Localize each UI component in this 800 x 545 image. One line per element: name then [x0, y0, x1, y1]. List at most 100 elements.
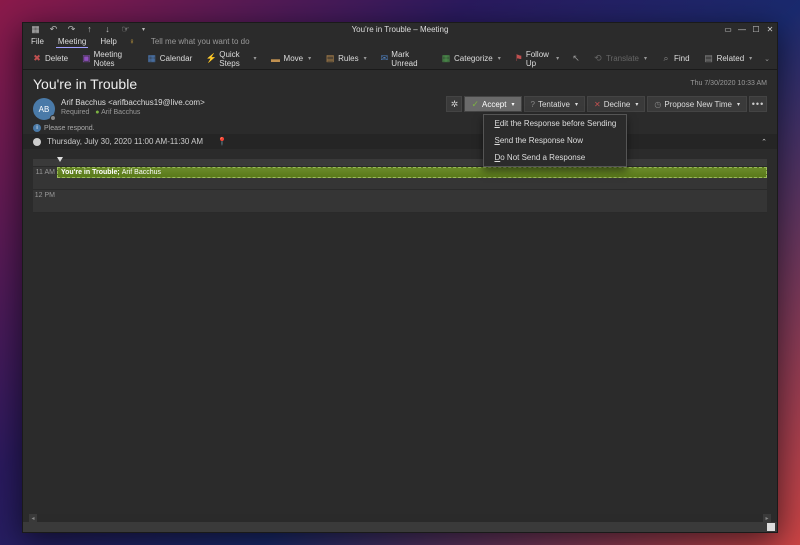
mark-unread-button[interactable]: ✉Mark Unread [378, 48, 430, 70]
delete-icon: ✖ [32, 54, 42, 64]
translate-icon: ⟲ [593, 54, 603, 64]
resize-grip[interactable] [767, 523, 775, 531]
lightbulb-icon: ♀ [129, 37, 135, 46]
info-icon: i [33, 124, 41, 132]
cursor-icon: ↖ [572, 54, 580, 64]
dd-edit-response[interactable]: Edit the Response before Sending [484, 115, 626, 132]
gear-icon: ✲ [451, 99, 459, 110]
close-button[interactable]: ✕ [763, 23, 777, 35]
timeline-body[interactable] [57, 190, 767, 212]
please-respond-row: i Please respond. [23, 124, 777, 134]
avatar-initials: AB [39, 105, 50, 114]
ellipsis-icon: ••• [752, 99, 764, 109]
propose-time-button[interactable]: ◷Propose New Time▾ [647, 96, 747, 112]
menu-file[interactable]: File [29, 36, 46, 47]
qat-dropdown-icon[interactable]: ▾ [139, 25, 148, 34]
decline-button[interactable]: ✕Decline▾ [587, 96, 645, 112]
categorize-button[interactable]: ▦Categorize [438, 52, 504, 66]
collapse-chevron-icon[interactable]: ⌃ [761, 138, 767, 146]
organizer-row: AB Arif Bacchus <arifbacchus19@live.com>… [23, 96, 777, 124]
window-controls: ▭ — ☐ ✕ [721, 23, 777, 35]
more-actions-button[interactable]: ••• [749, 96, 767, 112]
clock-icon: ◷ [654, 100, 661, 109]
menu-bar: File Meeting Help ♀ Tell me what you wan… [23, 35, 777, 48]
chevron-down-icon: ▾ [635, 101, 638, 108]
minimize-button[interactable]: — [735, 23, 749, 35]
window-title: You're in Trouble – Meeting [352, 25, 449, 34]
move-button[interactable]: ▬Move [268, 52, 315, 66]
dd-dont-send[interactable]: Do Not Send a Response [484, 149, 626, 166]
find-button[interactable]: ⌕Find [658, 52, 693, 66]
calendar-button[interactable]: ▦Calendar [144, 52, 195, 66]
timeline-row-11am: 11 AM You're in Trouble; Arif Bacchus [33, 167, 767, 190]
lightning-icon: ⚡ [206, 54, 216, 64]
accept-button[interactable]: ✓ Accept ▾ Edit the Response before Send… [464, 96, 521, 112]
question-icon: ? [531, 100, 535, 109]
flag-icon: ⚑ [515, 54, 523, 64]
x-icon: ✕ [594, 100, 601, 109]
categorize-icon: ▦ [441, 54, 451, 64]
onenote-icon: ▣ [82, 54, 91, 64]
follow-up-button[interactable]: ⚑Follow Up [512, 48, 562, 70]
related-icon: ▤ [704, 54, 714, 64]
datetime-row: Thursday, July 30, 2020 11:00 AM-11:30 A… [23, 134, 777, 149]
ribbon-options-icon[interactable]: ▭ [721, 23, 735, 35]
accept-dropdown: Edit the Response before Sending Send th… [483, 114, 627, 167]
timeline-ruler [33, 159, 767, 167]
clock-solid-icon [33, 138, 41, 146]
settings-button[interactable]: ✲ [446, 96, 462, 112]
app-window: ▦ ↶ ↷ ↑ ↓ ☞ ▾ You're in Trouble – Meetin… [22, 22, 778, 533]
check-icon: ✓ [471, 99, 479, 110]
time-label: 12 PM [33, 190, 57, 212]
rules-icon: ▤ [325, 54, 335, 64]
dd-send-now[interactable]: Send the Response Now [484, 132, 626, 149]
undo-icon[interactable]: ↶ [49, 25, 58, 34]
down-arrow-icon[interactable]: ↓ [103, 25, 112, 34]
horizontal-scrollbar[interactable]: ◂ ▸ [29, 514, 771, 522]
menu-help[interactable]: Help [98, 36, 118, 47]
ribbon-toolbar: ✖Delete ▣Meeting Notes ▦Calendar ⚡Quick … [23, 48, 777, 70]
received-time: Thu 7/30/2020 10:33 AM [690, 80, 767, 87]
chevron-down-icon: ▾ [511, 101, 514, 108]
meeting-when: Thursday, July 30, 2020 11:00 AM-11:30 A… [47, 137, 203, 146]
ribbon-chevron-icon[interactable]: ⌄ [763, 54, 771, 64]
required-line: Required ● Arif Bacchus [61, 108, 205, 117]
rules-button[interactable]: ▤Rules [322, 52, 369, 66]
chevron-down-icon: ▾ [575, 101, 578, 108]
presence-indicator [50, 115, 56, 121]
envelope-icon: ✉ [381, 54, 389, 64]
current-time-marker [57, 157, 63, 162]
time-label: 11 AM [33, 167, 57, 189]
organizer-name: Arif Bacchus <arifbacchus19@live.com> [61, 98, 205, 108]
meeting-notes-button[interactable]: ▣Meeting Notes [79, 48, 136, 70]
menu-meeting[interactable]: Meeting [56, 36, 88, 48]
timeline-row-12pm: 12 PM [33, 190, 767, 213]
save-icon[interactable]: ▦ [31, 25, 40, 34]
scroll-right-icon[interactable]: ▸ [763, 514, 771, 522]
quick-steps-button[interactable]: ⚡Quick Steps [203, 48, 259, 70]
quick-access-toolbar: ▦ ↶ ↷ ↑ ↓ ☞ ▾ [23, 25, 148, 34]
touch-mode-icon[interactable]: ☞ [121, 25, 130, 34]
timeline-body[interactable]: You're in Trouble; Arif Bacchus [57, 167, 767, 189]
title-bar: ▦ ↶ ↷ ↑ ↓ ☞ ▾ You're in Trouble – Meetin… [23, 23, 777, 35]
tentative-button[interactable]: ?Tentative▾ [524, 96, 586, 112]
redo-icon[interactable]: ↷ [67, 25, 76, 34]
scroll-left-icon[interactable]: ◂ [29, 514, 37, 522]
maximize-button[interactable]: ☐ [749, 23, 763, 35]
organizer-info: Arif Bacchus <arifbacchus19@live.com> Re… [61, 98, 205, 117]
status-bar [23, 522, 777, 532]
calendar-event[interactable]: You're in Trouble; Arif Bacchus [57, 167, 767, 178]
chevron-down-icon: ▾ [737, 101, 740, 108]
up-arrow-icon[interactable]: ↑ [85, 25, 94, 34]
related-button[interactable]: ▤Related [701, 52, 756, 66]
meeting-subject: You're in Trouble [23, 70, 777, 96]
translate-button: ⟲Translate [590, 52, 650, 66]
folder-icon: ▬ [271, 54, 281, 64]
avatar[interactable]: AB [33, 98, 55, 120]
timeline: 11 AM You're in Trouble; Arif Bacchus 12… [33, 159, 767, 213]
tell-me-search[interactable]: Tell me what you want to do [151, 37, 250, 46]
presence-dot-icon: ● [95, 109, 99, 116]
location-pin-icon: 📍 [217, 137, 227, 146]
delete-button[interactable]: ✖Delete [29, 52, 71, 66]
response-buttons: ✲ ✓ Accept ▾ Edit the Response before Se… [446, 96, 767, 112]
